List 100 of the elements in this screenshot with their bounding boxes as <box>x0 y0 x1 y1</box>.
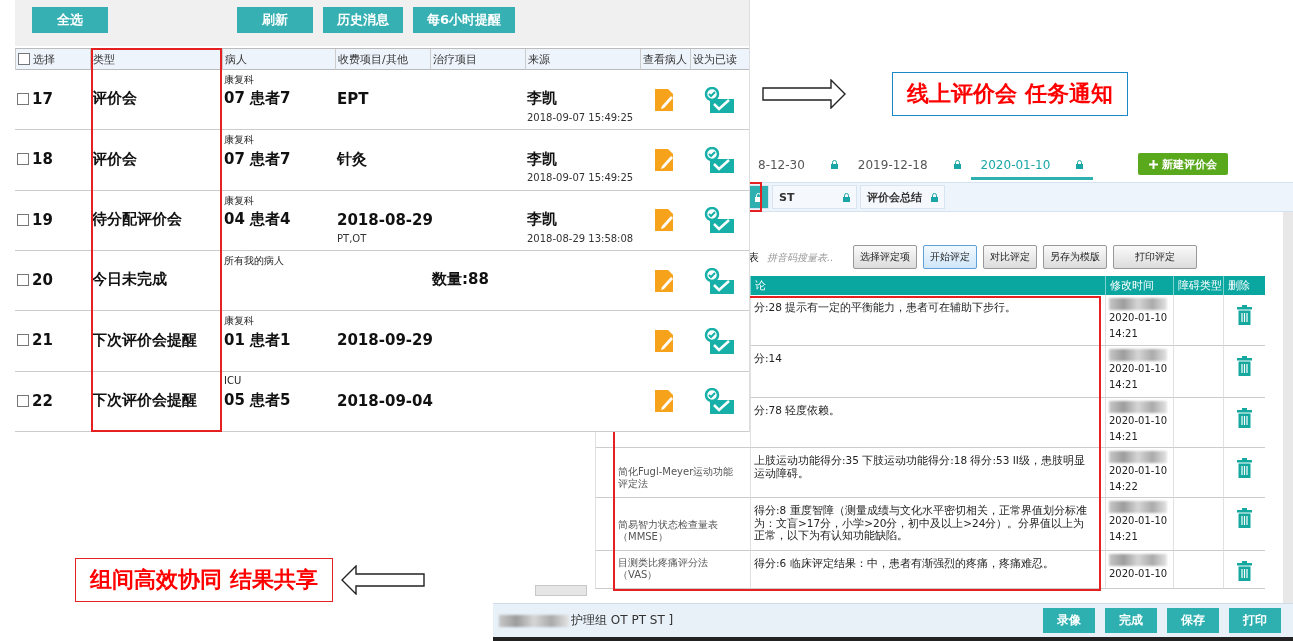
result-text: 分:78 轻度依赖。 <box>754 404 842 417</box>
blurred-block <box>1109 501 1167 513</box>
column-header: 收费项目/其他 <box>338 51 408 67</box>
date-tab[interactable]: 8-12-30 <box>748 152 848 180</box>
modified-time: 14:22 <box>1109 480 1139 494</box>
sub-tab[interactable]: ST <box>772 185 857 209</box>
edit-document-icon[interactable] <box>655 269 675 292</box>
blurred-block <box>1109 349 1167 361</box>
blurred-block <box>1109 554 1167 566</box>
trash-icon[interactable] <box>1237 561 1252 581</box>
sub-tab[interactable]: 评价会总结 <box>860 185 945 209</box>
modified-date: 2020-01-10 <box>1109 414 1169 428</box>
source-time: 2018-08-29 13:58:08 <box>527 232 634 244</box>
envelope-check-icon[interactable] <box>704 267 734 294</box>
search-field[interactable]: 拼音码搜量表.. <box>765 250 847 264</box>
evaluation-button[interactable]: 选择评定项 <box>853 245 917 269</box>
department: ICU <box>224 374 242 386</box>
source-name: 李凯 <box>527 210 557 230</box>
scale-name: 简易智力状态检查量表（MMSE） <box>618 519 719 543</box>
result-text: 分:14 <box>754 352 783 365</box>
envelope-check-icon[interactable] <box>704 146 734 173</box>
modified-date: 2020-01-10 <box>1109 514 1169 528</box>
edit-document-icon[interactable] <box>655 209 675 232</box>
source-name: 李凯 <box>527 89 557 109</box>
modified-time: 14:21 <box>1109 430 1139 444</box>
result-text: 分:28 提示有一定的平衡能力，患者可在辅助下步行。 <box>754 301 1018 314</box>
result-text: 得分:6 临床评定结果：中，患者有渐强烈的疼痛，疼痛难忍。 <box>754 557 1055 570</box>
trash-icon[interactable] <box>1237 408 1252 428</box>
checkbox[interactable] <box>18 53 30 66</box>
modified-date: 2020-01-10 <box>1109 362 1169 376</box>
checkbox[interactable] <box>17 213 29 226</box>
edit-document-icon[interactable] <box>655 390 675 413</box>
column-header: 病人 <box>225 51 247 67</box>
task-type: 评价会 <box>92 89 137 109</box>
column-header: 障碍类型 <box>1173 276 1223 295</box>
row-number: 19 <box>32 210 53 229</box>
table-row[interactable]: 18 评价会 康复科 07 患者7 针灸 李凯 2018-09-07 15:49:25 <box>15 130 749 191</box>
patient-name: 04 患者4 <box>224 210 291 230</box>
table-row[interactable]: 20 今日未完成 所有我的病人 数量:88 <box>15 250 749 312</box>
callout-label: 组间高效协同 结果共享 <box>75 558 333 602</box>
patient-name: 07 患者7 <box>224 89 291 109</box>
patient-name: 05 患者5 <box>224 391 291 411</box>
fee-item: 2018-09-04 <box>337 391 433 410</box>
row-number: 22 <box>32 391 53 410</box>
group-text: 护理组 OT PT ST ] <box>571 612 674 629</box>
treatment-count: 数量:88 <box>432 270 489 290</box>
scale-label: 表 <box>748 249 759 265</box>
fee-item: 针灸 <box>337 149 367 169</box>
trash-icon[interactable] <box>1237 508 1252 528</box>
row-number: 18 <box>32 150 53 169</box>
task-type: 待分配评价会 <box>92 210 182 230</box>
evaluation-button[interactable]: 对比评定 <box>983 245 1037 269</box>
checkbox[interactable] <box>17 273 29 286</box>
table-row[interactable]: 21 下次评价会提醒 康复科 01 患者1 2018-09-29 <box>15 311 749 372</box>
trash-icon[interactable] <box>1237 305 1252 325</box>
checkbox[interactable] <box>17 92 29 105</box>
trash-icon[interactable] <box>1237 458 1252 478</box>
task-type: 评价会 <box>92 149 137 169</box>
table-row[interactable]: 19 待分配评价会 康复科 04 患者4 2018-08-29 PT,OT 李凯 2018-08-29 13:58:08 <box>15 190 749 251</box>
result-text: 得分:8 重度智障（测量成绩与文化水平密切相关，正常界值划分标准为：文盲>17分，小学>20分，初中及以上>24分）。分界值以上为正常，以下为有认知功能缺陷。 <box>754 504 1088 542</box>
modified-time: 14:21 <box>1109 327 1139 341</box>
column-header: 治疗项目 <box>433 51 477 67</box>
date-tab[interactable]: 2019-12-18 <box>847 152 971 180</box>
edit-document-icon[interactable] <box>655 148 675 171</box>
department: 康复科 <box>224 134 254 146</box>
table-row[interactable]: 22 下次评价会提醒 ICU 05 患者5 2018-09-04 <box>15 371 749 432</box>
trash-icon[interactable] <box>1237 356 1252 376</box>
checkbox[interactable] <box>17 334 29 347</box>
column-header: 论 <box>750 276 1105 295</box>
fee-item: EPT <box>337 89 369 108</box>
lock-icon <box>755 192 762 202</box>
modified-date: 2020-01-10 <box>1109 311 1169 325</box>
evaluation-button[interactable]: 另存为模版 <box>1043 245 1107 269</box>
evaluation-button[interactable]: 打印评定 <box>1113 245 1197 269</box>
lock-icon <box>931 192 938 202</box>
envelope-check-icon[interactable] <box>704 207 734 234</box>
patient-name: 07 患者7 <box>224 149 291 169</box>
column-header: 选择 <box>33 51 55 67</box>
column-header: 来源 <box>528 51 550 67</box>
envelope-check-icon[interactable] <box>704 327 734 354</box>
checkbox[interactable] <box>17 394 29 407</box>
department: 康复科 <box>224 194 254 206</box>
lock-icon <box>953 160 961 169</box>
task-type: 下次评价会提醒 <box>92 330 197 350</box>
horizontal-scrollbar[interactable] <box>535 585 587 596</box>
table-row[interactable]: 17 评价会 康复科 07 患者7 EPT 李凯 2018-09-07 15:49:25 <box>15 69 749 131</box>
edit-document-icon[interactable] <box>655 329 675 352</box>
patient-name: 01 患者1 <box>224 330 291 350</box>
checkbox[interactable] <box>17 153 29 166</box>
evaluation-button[interactable]: 开始评定 <box>923 245 977 269</box>
envelope-check-icon[interactable] <box>704 86 734 113</box>
department: 康复科 <box>224 73 254 85</box>
column-header: 删除 <box>1223 276 1265 295</box>
arrow-icon <box>762 79 846 109</box>
envelope-check-icon[interactable] <box>704 388 734 415</box>
task-type: 下次评价会提醒 <box>92 391 197 411</box>
edit-document-icon[interactable] <box>655 88 675 111</box>
column-header: 设为已读 <box>693 51 737 67</box>
source-name: 李凯 <box>527 149 557 169</box>
row-number: 20 <box>32 270 53 289</box>
